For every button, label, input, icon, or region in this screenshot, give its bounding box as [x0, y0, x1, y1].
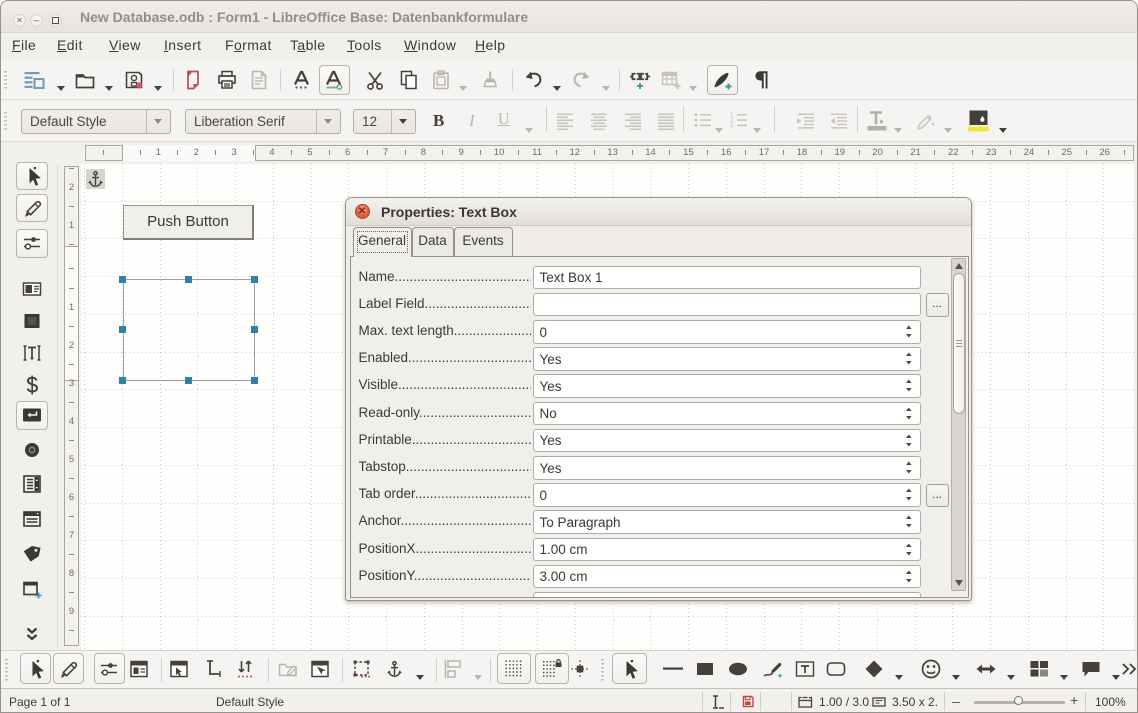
- svg-text:3.: 3.: [730, 123, 735, 129]
